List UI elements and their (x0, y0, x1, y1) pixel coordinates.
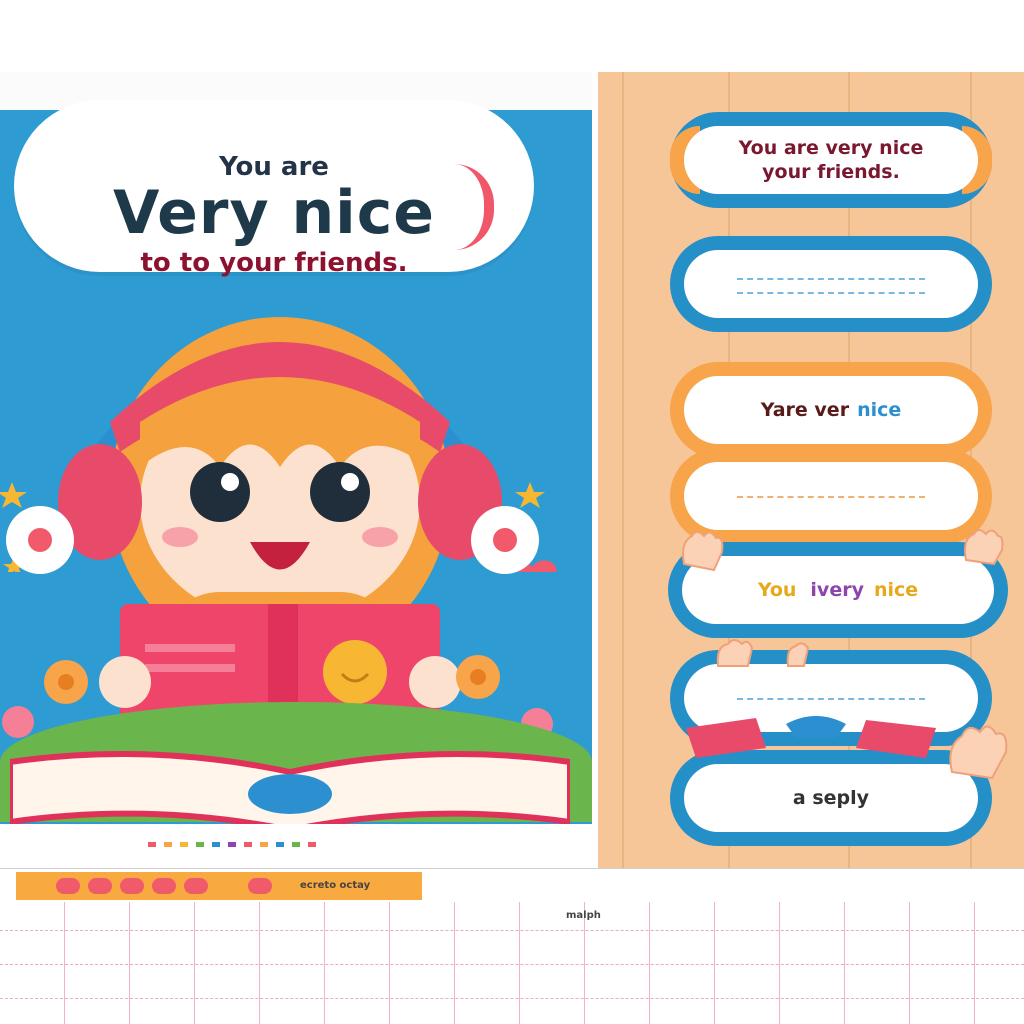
strip-orange-bar: ecreto octay (16, 872, 422, 900)
card-3-inner: Yare ver nice (684, 376, 978, 444)
write-line (736, 278, 926, 280)
card-5-word-3: nice (873, 579, 919, 601)
wood-line (622, 72, 624, 868)
strip-dot (56, 878, 80, 894)
answer-field-2[interactable] (684, 250, 978, 318)
strip-label-left: ecreto octay (300, 880, 371, 891)
hand-icon (682, 531, 724, 572)
grid-label: malph (566, 910, 601, 921)
write-line (736, 292, 926, 294)
color-dots (148, 842, 316, 847)
open-book-base (10, 751, 570, 832)
card-1-text: You are very nice your friends. (738, 137, 924, 183)
write-line (736, 496, 926, 498)
strip-dot (152, 878, 176, 894)
strip-dot (120, 878, 144, 894)
card-5-word-2: ivery (810, 579, 864, 601)
strip-dot (184, 878, 208, 894)
sentence-card-3: Yare ver nice (670, 362, 992, 458)
card-1-inner: You are very nice your friends. (684, 126, 978, 194)
grid-line (0, 998, 1024, 999)
speech-bubble: You are Very nice to to your friends. (14, 100, 534, 278)
hand-icon (964, 529, 1004, 566)
card-3-text-blue: nice (857, 399, 902, 421)
sentence-card-1: You are very nice your friends. (670, 112, 992, 208)
grid-line (0, 964, 1024, 965)
hand-icon (716, 639, 810, 667)
card-5-word-1: You (757, 579, 797, 601)
answer-card-2[interactable] (670, 236, 992, 332)
grid-line (0, 930, 1024, 931)
strip-dot (248, 878, 272, 894)
writing-grid: malph (0, 902, 1024, 1024)
character-legs (686, 716, 936, 758)
worksheet-panel: You are very nice your friends. Yare ver… (598, 72, 1024, 868)
poster-panel: You are Very nice to to your friends. (0, 72, 592, 868)
strip-dot (88, 878, 112, 894)
poster-footer (0, 824, 592, 868)
hand-icon (949, 725, 1008, 780)
card-7-text: a seply (792, 787, 870, 809)
answer-field-4[interactable] (684, 462, 978, 530)
card-3-text-dark: Yare ver (760, 399, 850, 421)
write-line (736, 698, 926, 700)
card-7-inner: a seply (684, 764, 978, 832)
